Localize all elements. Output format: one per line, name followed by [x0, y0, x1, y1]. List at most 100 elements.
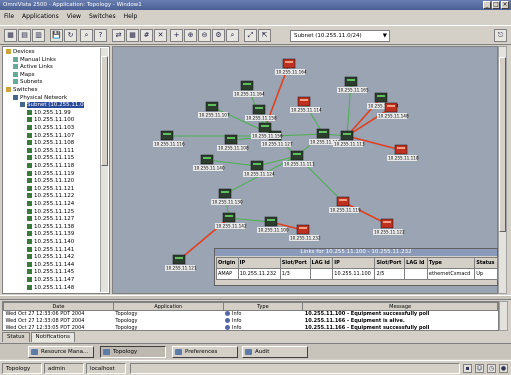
- grid-icon[interactable]: #: [140, 29, 153, 42]
- tree-node[interactable]: Manual Links: [13, 56, 56, 64]
- tree-switch-item[interactable]: 10.255.11.100: [27, 117, 74, 124]
- maximize-button[interactable]: □: [492, 1, 500, 9]
- tree-node[interactable]: Maps: [13, 71, 34, 79]
- table-row[interactable]: Wed Oct 27 12:33:05 PDT 2004 Topology Info…: [4, 325, 498, 330]
- expand-icon[interactable]: ⇱: [258, 29, 271, 42]
- switch-node[interactable]: 10.255.11.142: [215, 212, 247, 229]
- tree-switch-item[interactable]: 10.255.11.108: [27, 140, 74, 147]
- menu-switches[interactable]: Switches: [89, 11, 116, 23]
- links-col-header[interactable]: Status: [474, 257, 498, 269]
- links-col-header[interactable]: LAG Id: [309, 257, 334, 269]
- settings-icon[interactable]: ⚙: [212, 29, 225, 42]
- switch-node[interactable]: 10.255.11.121: [165, 254, 197, 271]
- tree-switch-item[interactable]: 10.255.11.119: [27, 170, 74, 178]
- map-scrollbar-thumb[interactable]: [499, 57, 506, 232]
- events-scrollbar[interactable]: [499, 301, 508, 331]
- switch-node[interactable]: 10.255.11.140: [193, 154, 225, 171]
- exit-icon[interactable]: ⎋: [494, 29, 507, 42]
- tree-node[interactable]: Devices: [6, 49, 35, 56]
- menu-file[interactable]: File: [4, 11, 14, 23]
- tree-switch-item[interactable]: 10.255.11.122: [27, 193, 74, 200]
- tree-switch-item[interactable]: 10.255.11.115: [27, 155, 74, 162]
- tree-switch-item[interactable]: 10.255.11.99: [27, 109, 71, 117]
- table-row[interactable]: Wed Oct 27 12:33:08 PDT 2004 Topology Info…: [4, 318, 498, 325]
- tree-switch-item[interactable]: 10.255.11.142: [27, 254, 74, 261]
- tree-switch-item[interactable]: 10.255.11.148: [27, 284, 74, 292]
- tree-node[interactable]: Subnets: [13, 79, 42, 86]
- tree-scrollbar[interactable]: [100, 48, 108, 292]
- tree-node[interactable]: Switches: [6, 87, 37, 94]
- tree-switch-item[interactable]: 10.255.11.147: [27, 277, 74, 284]
- refresh-icon[interactable]: ↻: [64, 29, 77, 42]
- tree-switch-item[interactable]: 10.255.11.138: [27, 223, 74, 231]
- switch-node[interactable]: 10.255.11.116: [153, 130, 185, 147]
- switch-node[interactable]: 10.255.11.122: [373, 218, 405, 235]
- close-button[interactable]: ×: [501, 1, 509, 9]
- tree-switch-item[interactable]: 10.255.11.139: [27, 231, 74, 238]
- links-icon[interactable]: ⇄: [112, 29, 125, 42]
- minimize-button[interactable]: _: [483, 1, 491, 9]
- links-col-header[interactable]: Slot/Port: [374, 257, 406, 269]
- save-icon[interactable]: 💾: [50, 29, 63, 42]
- layout2-icon[interactable]: ▤: [18, 29, 31, 42]
- tree-switch-item[interactable]: 10.255.11.111: [27, 147, 74, 155]
- status-led-icon[interactable]: ●: [499, 364, 508, 373]
- layout3-icon[interactable]: ▥: [32, 29, 45, 42]
- tree-switch-item[interactable]: 10.255.11.125: [27, 208, 74, 216]
- add-node-icon[interactable]: +: [170, 29, 183, 42]
- links-col-header[interactable]: LAG Id: [404, 257, 428, 269]
- switch-node[interactable]: 10.255.11.108: [217, 134, 249, 151]
- tree-switch-item[interactable]: 10.255.11.141: [27, 246, 74, 254]
- switch-node[interactable]: 10.255.11.164: [275, 58, 307, 75]
- table-row[interactable]: AMAP 10.255.11.232 1/3 10.255.11.100 2/5 ethe…: [216, 268, 498, 280]
- tree-switch-item[interactable]: 10.255.11.124: [27, 201, 74, 208]
- tree-switch-item[interactable]: 10.255.11.144: [27, 261, 74, 269]
- menu-view[interactable]: View: [67, 11, 81, 23]
- subnet-select[interactable]: Subnet (10.255.11.0/24) ▼: [290, 30, 390, 42]
- fit-icon[interactable]: ⤢: [244, 29, 257, 42]
- events-col-header[interactable]: Type: [222, 302, 304, 311]
- switch-node[interactable]: 10.255.11.164: [233, 80, 265, 97]
- links-col-header[interactable]: Origin: [216, 257, 239, 269]
- layout-icon[interactable]: ▦: [4, 29, 17, 42]
- lock-icon[interactable]: ▪: [463, 364, 472, 373]
- task-topology[interactable]: Topology: [100, 346, 166, 358]
- link[interactable]: [228, 217, 272, 223]
- switch-node[interactable]: 10.255.11.119: [329, 196, 361, 213]
- search-icon[interactable]: ⌕: [226, 29, 239, 42]
- switch-node[interactable]: 10.255.11.124: [243, 160, 275, 177]
- switch-node[interactable]: 10.255.11.111: [283, 150, 315, 167]
- tree-switch-item[interactable]: 10.255.11.103: [27, 125, 74, 132]
- links-col-header[interactable]: IP: [332, 257, 376, 269]
- switch-node[interactable]: 10.255.11.107: [198, 101, 230, 118]
- links-col-header[interactable]: Type: [426, 257, 476, 269]
- tree-switch-item[interactable]: 10.255.11.121: [27, 185, 74, 193]
- events-col-header[interactable]: Application: [112, 302, 224, 311]
- tree-scrollbar-thumb[interactable]: [101, 56, 108, 166]
- tab-status[interactable]: Status: [2, 332, 30, 342]
- help-icon[interactable]: ?: [94, 29, 107, 42]
- tree-node[interactable]: Active Links: [13, 64, 53, 71]
- task-audit[interactable]: Audit: [242, 346, 308, 358]
- map-scrollbar[interactable]: [498, 46, 507, 294]
- links-col-header[interactable]: IP: [237, 257, 281, 269]
- events-col-header[interactable]: Date: [3, 302, 114, 311]
- tree-switch-item[interactable]: 10.255.11.120: [27, 178, 74, 185]
- tree-node[interactable]: Subnet (10.255.11.0: [20, 102, 84, 109]
- switch-node[interactable]: 10.255.11.130: [211, 188, 243, 205]
- zoom-out-icon[interactable]: ⊖: [198, 29, 211, 42]
- find-icon[interactable]: ⌕: [80, 29, 93, 42]
- delete-icon[interactable]: ✕: [154, 29, 167, 42]
- task-preferences[interactable]: Preferences: [172, 346, 238, 358]
- switch-node[interactable]: 10.255.11.114: [290, 96, 322, 113]
- task-resourcemana[interactable]: Resource Mana...: [28, 346, 94, 358]
- tree-switch-item[interactable]: 10.255.11.145: [27, 269, 74, 276]
- tree-switch-item[interactable]: 10.255.11.127: [27, 216, 74, 223]
- table-row[interactable]: Wed Oct 27 12:33:06 PDT 2004 Topology Info…: [4, 311, 498, 318]
- events-col-header[interactable]: Message: [302, 302, 498, 311]
- tree-node[interactable]: Physical Network: [13, 94, 67, 102]
- clock-icon[interactable]: ◷: [487, 364, 496, 373]
- tree-switch-item[interactable]: 10.255.11.118: [27, 163, 74, 170]
- switch-node[interactable]: 10.255.11.165: [337, 76, 369, 93]
- links-col-header[interactable]: Slot/Port: [279, 257, 311, 269]
